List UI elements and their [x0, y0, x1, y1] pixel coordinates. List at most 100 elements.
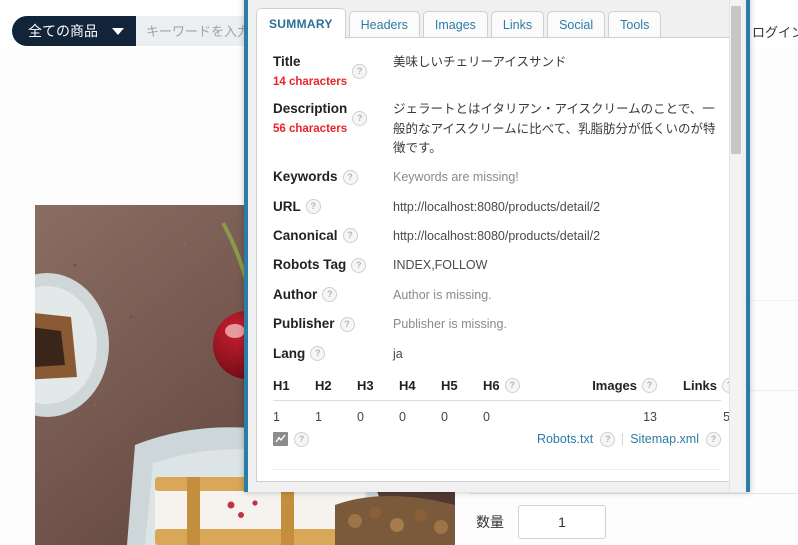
headings-table: H1 H2 H3 H4 H5 H6 ? Images ? Links ? [273, 377, 737, 424]
row-label-text: Canonical [273, 228, 338, 244]
value-h4: 0 [399, 409, 406, 424]
description-char-count: 56 characters [273, 122, 348, 135]
row-value-publisher: Publisher is missing. [393, 317, 507, 332]
column-images: Images ? [553, 377, 657, 393]
footer-links: Robots.txt ? Sitemap.xml ? [537, 431, 721, 447]
help-icon[interactable]: ? [310, 345, 326, 361]
row-label-text: Robots Tag [273, 257, 347, 273]
row-value-author: Author is missing. [393, 287, 492, 302]
summary-rows: Title 14 characters ? 美味しいチェリーアイスサンド Des… [257, 38, 737, 364]
robots-txt-link[interactable]: Robots.txt [537, 432, 593, 446]
column-images-label: Images [592, 377, 637, 393]
column-h6-label: H6 [483, 377, 500, 393]
row-value-lang: ja [393, 346, 403, 361]
help-icon[interactable]: ? [342, 228, 358, 244]
value-h1: 1 [273, 409, 280, 424]
value-images: 13 [643, 409, 657, 424]
row-label-text: Description [273, 101, 348, 117]
column-h2: H2 [315, 377, 332, 393]
column-h4: H4 [399, 377, 416, 393]
row-label-text: Keywords [273, 169, 338, 185]
tab-tools[interactable]: Tools [608, 11, 662, 39]
row-label-description: Description 56 characters ? [273, 99, 393, 137]
row-value-url: http://localhost:8080/products/detail/2 [393, 199, 601, 214]
category-select-label: 全ての商品 [28, 23, 98, 39]
chart-icon[interactable] [273, 432, 288, 447]
panel-bottom-divider [273, 468, 721, 470]
row-url: URL ? http://localhost:8080/products/det… [273, 197, 721, 217]
tab-summary[interactable]: SUMMARY [256, 7, 346, 39]
help-icon[interactable]: ? [352, 110, 368, 126]
row-value-robots-tag: INDEX,FOLLOW [393, 258, 488, 273]
column-links: Links ? [657, 377, 737, 393]
seo-extension-panel: SUMMARY Headers Images Links Social Tool… [244, 0, 750, 492]
title-char-count: 14 characters [273, 75, 348, 88]
row-label-lang: Lang ? [273, 344, 393, 364]
value-h6: 0 [483, 409, 490, 424]
login-link[interactable]: ログイン [752, 22, 798, 41]
row-label-author: Author ? [273, 285, 393, 305]
tab-links[interactable]: Links [490, 11, 545, 39]
column-h6: H6 ? [483, 377, 553, 393]
value-h2: 1 [315, 409, 322, 424]
help-icon[interactable]: ? [342, 169, 358, 185]
row-value-canonical: http://localhost:8080/products/detail/2 [393, 229, 601, 244]
row-keywords: Keywords ? Keywords are missing! [273, 167, 721, 187]
quantity-label: 数量 [476, 514, 504, 530]
quantity-input[interactable] [518, 505, 606, 539]
help-icon[interactable]: ? [600, 431, 616, 447]
column-h1: H1 [273, 377, 290, 393]
help-icon[interactable]: ? [504, 377, 520, 393]
row-label-text: URL [273, 198, 301, 214]
row-lang: Lang ? ja [273, 344, 721, 364]
value-h5: 0 [441, 409, 448, 424]
panel-tabbar: SUMMARY Headers Images Links Social Tool… [248, 0, 746, 39]
summary-panel-body: Title 14 characters ? 美味しいチェリーアイスサンド Des… [256, 37, 738, 482]
row-value-title: 美味しいチェリーアイスサンド [393, 55, 567, 69]
sitemap-xml-link[interactable]: Sitemap.xml [630, 432, 699, 446]
help-icon[interactable]: ? [305, 199, 321, 215]
help-icon[interactable]: ? [294, 431, 309, 447]
row-value-keywords: Keywords are missing! [393, 170, 519, 185]
tab-social[interactable]: Social [547, 11, 606, 39]
column-links-label: Links [683, 377, 717, 393]
row-title: Title 14 characters ? 美味しいチェリーアイスサンド [273, 52, 721, 90]
scroll-up-button[interactable] [731, 0, 741, 4]
column-h5: H5 [441, 377, 458, 393]
tab-headers[interactable]: Headers [348, 11, 420, 39]
help-icon[interactable]: ? [339, 316, 355, 332]
row-label-text: Author [273, 286, 318, 302]
column-h3: H3 [357, 377, 374, 393]
value-links: 51 [657, 410, 737, 424]
quantity-row: 数量 [476, 505, 606, 539]
row-label-title: Title 14 characters ? [273, 52, 393, 90]
row-label-publisher: Publisher ? [273, 314, 393, 334]
panel-scrollbar-thumb[interactable] [731, 6, 741, 154]
help-icon[interactable]: ? [706, 431, 721, 447]
category-select[interactable]: 全ての商品 [12, 16, 136, 46]
help-icon[interactable]: ? [351, 257, 367, 273]
headings-table-header: H1 H2 H3 H4 H5 H6 ? Images ? Links ? [273, 377, 737, 401]
chevron-down-icon [112, 27, 124, 35]
row-author: Author ? Author is missing. [273, 285, 721, 305]
row-label-text: Lang [273, 345, 306, 361]
row-canonical: Canonical ? http://localhost:8080/produc… [273, 226, 721, 246]
row-label-text: Publisher [273, 316, 335, 332]
content-divider-bottom [470, 493, 798, 494]
help-icon[interactable]: ? [322, 287, 338, 303]
help-icon[interactable]: ? [642, 377, 657, 393]
headings-table-row: 1 1 0 0 0 0 13 51 [273, 401, 737, 424]
row-label-text: Title [273, 54, 301, 69]
tab-images[interactable]: Images [422, 11, 488, 39]
row-label-url: URL ? [273, 197, 393, 217]
help-icon[interactable]: ? [352, 63, 368, 79]
row-value-description: ジェラートとはイタリアン・アイスクリームのことで、一般的なアイスクリームに比べて… [393, 102, 716, 155]
footer-divider [622, 432, 624, 446]
row-publisher: Publisher ? Publisher is missing. [273, 314, 721, 334]
row-robots-tag: Robots Tag ? INDEX,FOLLOW [273, 255, 721, 275]
panel-footer: ? Robots.txt ? Sitemap.xml ? [273, 431, 721, 447]
row-label-canonical: Canonical ? [273, 226, 393, 246]
row-description: Description 56 characters ? ジェラートとはイタリアン… [273, 99, 721, 158]
row-label-robots-tag: Robots Tag ? [273, 255, 393, 275]
row-label-keywords: Keywords ? [273, 167, 393, 187]
